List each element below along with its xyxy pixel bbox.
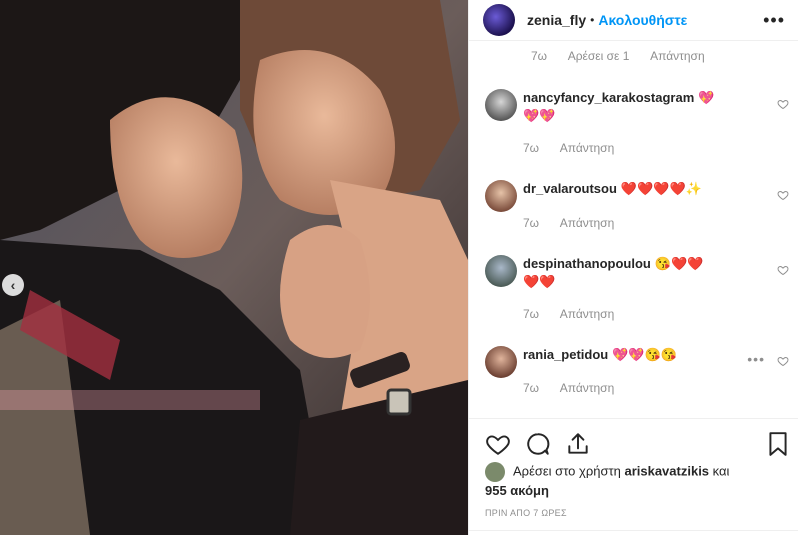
like-comment-heart-icon[interactable] [777,189,789,201]
comment-text: nancyfancy_karakostagram 💖 💖💖 [523,89,763,125]
author-avatar[interactable] [483,4,515,36]
likes-summary: Αρέσει στο χρήστη ariskavatzikis και 955… [485,462,783,500]
commenter-username[interactable]: dr_valaroutsou [523,181,617,196]
comment-likes-count[interactable]: Αρέσει σε 1 [568,49,630,63]
header-separator: • [590,13,595,27]
comment-emoji: 💖💖😘😘 [612,347,677,362]
commenter-avatar[interactable] [485,180,517,212]
commenter-avatar[interactable] [485,89,517,121]
post-actions-bar [469,418,798,456]
reply-button[interactable]: Απάντηση [650,49,705,63]
divider [469,530,798,531]
partial-comment-meta: 7ω Αρέσει σε 1 Απάντηση [531,49,723,63]
comment-text: rania_petidou 💖💖😘😘 [523,346,763,364]
comment-meta: 7ω Απάντηση [523,307,614,321]
reply-button[interactable]: Απάντηση [560,307,615,321]
author-username[interactable]: zenia_fly [527,12,586,28]
comment-more-options-icon[interactable]: ••• [747,351,765,367]
comment-time: 7ω [531,49,548,63]
liker-username[interactable]: ariskavatzikis [624,463,709,478]
comment-emoji: 😘❤️❤️ [654,256,704,271]
likes-prefix: Αρέσει στο χρήστη [513,463,621,479]
like-heart-icon[interactable] [485,431,511,457]
commenter-username[interactable]: despinathanopoulou [523,256,651,271]
comment-bubble-icon[interactable] [525,431,551,457]
commenter-avatar[interactable] [485,346,517,378]
commenter-username[interactable]: rania_petidou [523,347,608,362]
likes-suffix: και [712,463,730,479]
comment-text: dr_valaroutsou ❤️❤️❤️❤️✨ [523,180,763,198]
comment-meta: 7ω Απάντηση [523,141,614,155]
reply-button[interactable]: Απάντηση [560,141,615,155]
comment-time: 7ω [523,381,540,395]
like-comment-heart-icon[interactable] [777,355,789,367]
commenter-username[interactable]: nancyfancy_karakostagram [523,90,694,105]
post-side-panel: zenia_fly • Ακολουθήστε ••• 7ω Αρέσει σε… [468,0,798,535]
comments-list[interactable]: 7ω Αρέσει σε 1 Απάντηση nancyfancy_karak… [469,41,798,417]
comment-emoji: 💖💖 [523,108,556,123]
post-header: zenia_fly • Ακολουθήστε ••• [469,0,798,41]
reply-button[interactable]: Απάντηση [560,381,615,395]
comment-emoji: ❤️❤️ [523,274,556,289]
reply-button[interactable]: Απάντηση [560,216,615,230]
comment-emoji: ❤️❤️❤️❤️✨ [620,181,702,196]
like-comment-heart-icon[interactable] [777,264,789,276]
post-timestamp[interactable]: ΠΡΙΝ ΑΠΟ 7 ΩΡΕΣ [485,508,567,518]
commenter-avatar[interactable] [485,255,517,287]
comment-meta: 7ω Απάντηση [523,381,614,395]
post-photo-image [0,0,468,535]
liker-avatar[interactable] [485,462,505,482]
carousel-prev-button[interactable]: ‹ [2,274,24,296]
comment-text: despinathanopoulou 😘❤️❤️ ❤️❤️ [523,255,763,291]
likes-count-link[interactable]: 955 ακόμη [485,483,549,498]
comment-time: 7ω [523,216,540,230]
like-comment-heart-icon[interactable] [777,98,789,110]
comment-emoji: 💖 [698,90,715,105]
share-upload-icon[interactable] [565,431,591,457]
bookmark-icon[interactable] [765,431,791,457]
post-photo[interactable]: ‹ [0,0,468,535]
follow-button[interactable]: Ακολουθήστε [598,12,687,28]
comment-time: 7ω [523,141,540,155]
more-options-icon[interactable]: ••• [763,10,785,31]
comment-time: 7ω [523,307,540,321]
comment-meta: 7ω Απάντηση [523,216,614,230]
